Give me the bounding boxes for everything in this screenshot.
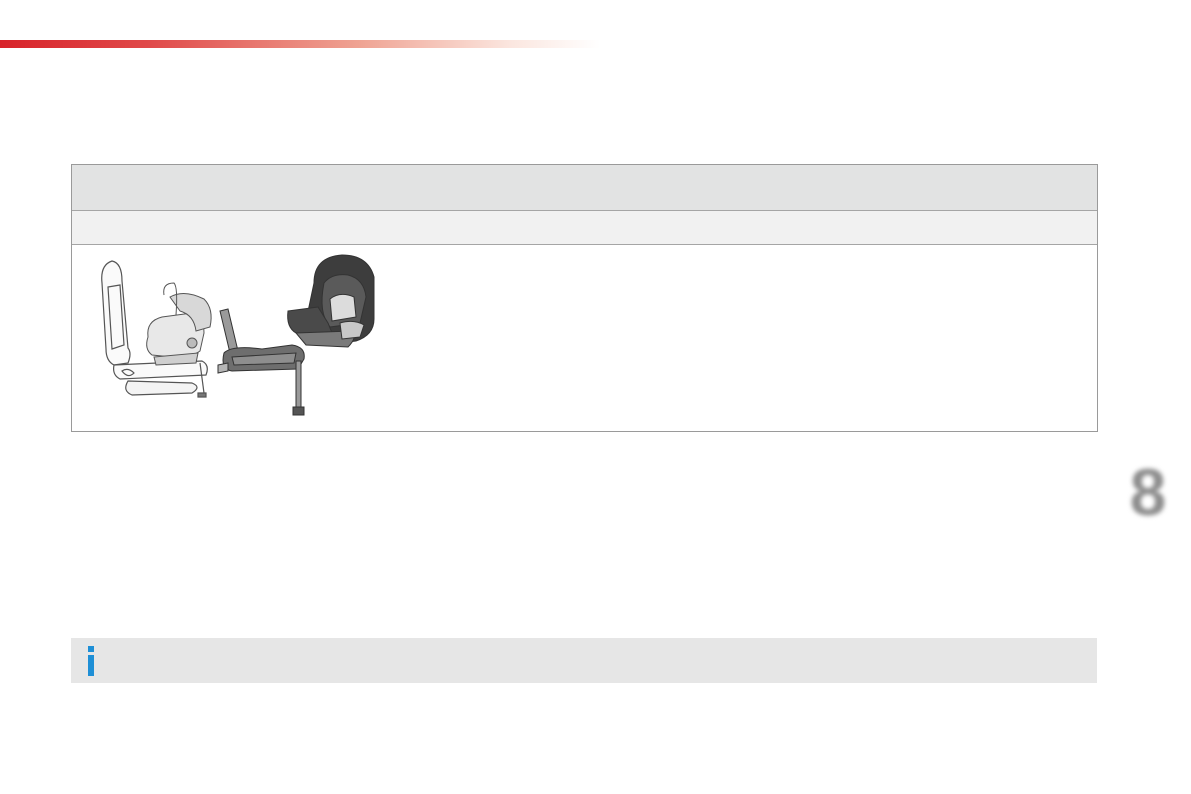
info-icon bbox=[88, 646, 94, 676]
baby-carrier-standalone bbox=[287, 254, 375, 348]
chapter-accent-bar bbox=[0, 40, 600, 48]
table-header-row bbox=[72, 165, 1097, 211]
chapter-number: 8 bbox=[1129, 455, 1167, 529]
baby-carrier-on-seat bbox=[146, 282, 212, 366]
child-seat-table bbox=[71, 164, 1098, 432]
table-subheader-row bbox=[72, 211, 1097, 245]
info-note-box bbox=[71, 638, 1097, 683]
table-illustration-row bbox=[72, 245, 1097, 431]
isofix-baby-seat-illustration bbox=[101, 254, 375, 416]
